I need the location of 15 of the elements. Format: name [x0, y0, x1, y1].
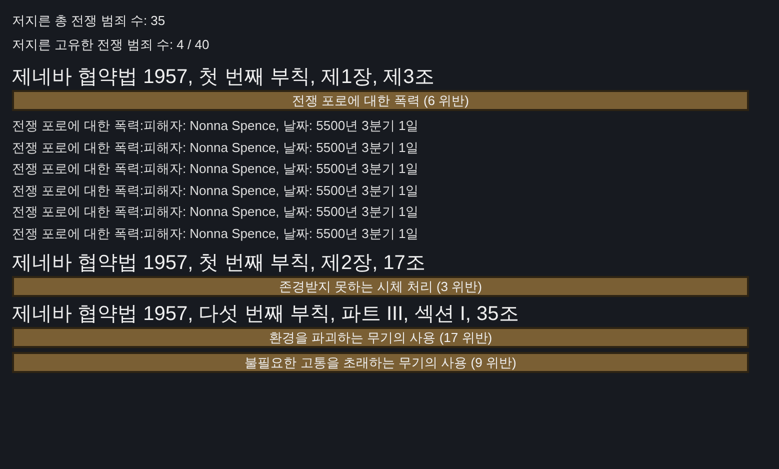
crime-category-bar[interactable]: 불필요한 고통을 초래하는 무기의 사용 (9 위반) — [12, 352, 749, 373]
section-heading: 제네바 협약법 1957, 첫 번째 부칙, 제2장, 17조 — [12, 251, 426, 276]
violation-entry: 전쟁 포로에 대한 폭력:피해자: Nonna Spence, 날짜: 5500년 3분기 1일 — [12, 138, 419, 157]
stat-text: 저지른 총 전쟁 범죄 수: 35 — [12, 12, 166, 30]
crime-category-bar[interactable]: 환경을 파괴하는 무기의 사용 (17 위반) — [12, 327, 749, 348]
stat-text: 저지른 고유한 전쟁 범죄 수: 4 / 40 — [12, 36, 210, 54]
violation-entry: 전쟁 포로에 대한 폭력:피해자: Nonna Spence, 날짜: 5500년 3분기 1일 — [12, 203, 419, 221]
section-heading: 제네바 협약법 1957, 첫 번째 부칙, 제1장, 제3조 — [12, 65, 434, 90]
violation-entry: 전쟁 포로에 대한 폭력:피해자: Nonna Spence, 날짜: 5500년 3분기 1일 — [12, 117, 419, 135]
crime-category-bar[interactable]: 존경받지 못하는 시체 처리 (3 위반) — [12, 276, 749, 297]
violation-entry: 전쟁 포로에 대한 폭력:피해자: Nonna Spence, 날짜: 5500년 3분기 1일 — [12, 160, 419, 178]
section-heading: 제네바 협약법 1957, 다섯 번째 부칙, 파트 III, 섹션 I, 35조 — [12, 302, 519, 327]
violation-entry: 전쟁 포로에 대한 폭력:피해자: Nonna Spence, 날짜: 5500년 3분기 1일 — [12, 224, 419, 243]
violation-entry: 전쟁 포로에 대한 폭력:피해자: Nonna Spence, 날짜: 5500년 3분기 1일 — [12, 182, 419, 200]
crime-category-bar[interactable]: 전쟁 포로에 대한 폭력 (6 위반) — [12, 90, 749, 111]
